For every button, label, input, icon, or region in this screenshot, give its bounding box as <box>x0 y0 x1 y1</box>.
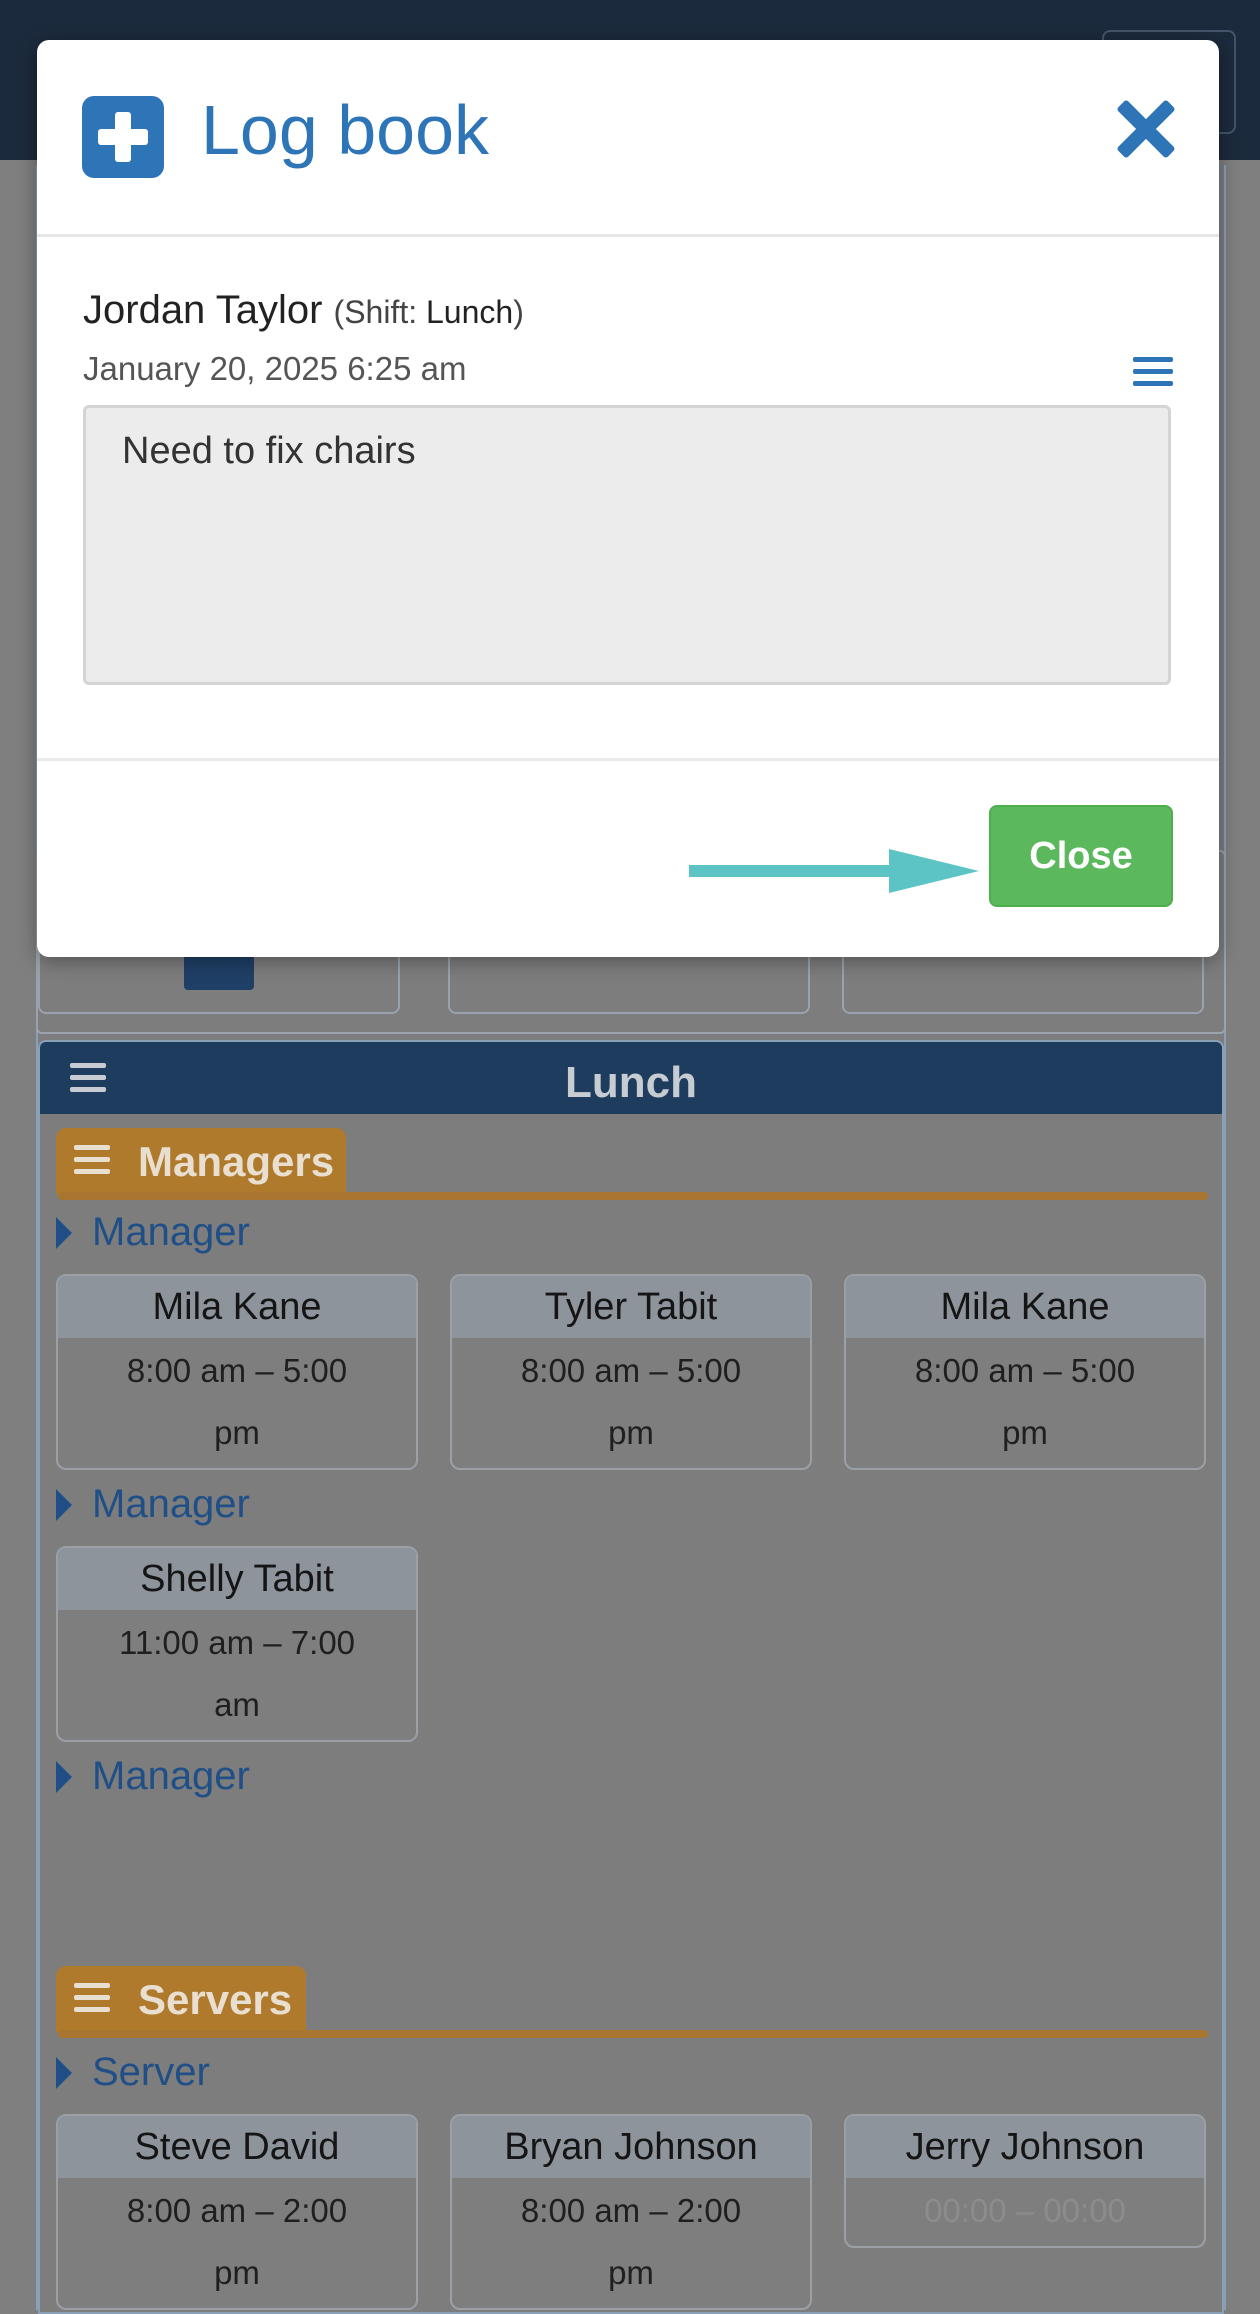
role-header-manager[interactable]: Manager <box>56 1482 250 1527</box>
shift-card[interactable]: Tyler Tabit 8:00 am – 5:00 pm <box>450 1274 812 1470</box>
hamburger-menu-icon[interactable] <box>74 1138 110 1181</box>
close-icon[interactable] <box>1115 98 1177 160</box>
shift-time: 8:00 am – 5:00 pm <box>126 1352 348 1451</box>
entry-shift: (Shift: Lunch) <box>333 294 524 330</box>
lunch-shift-panel: Lunch Managers Manager Mila Kane 8:00 am… <box>38 1040 1224 2314</box>
role-header-manager[interactable]: Manager <box>56 1754 250 1799</box>
log-entry-textarea[interactable]: Need to fix chairs <box>83 405 1171 685</box>
shift-time: 8:00 am – 2:00 pm <box>520 2192 742 2291</box>
caret-right-icon <box>56 1761 72 1793</box>
entry-datetime: January 20, 2025 6:25 am <box>83 350 467 387</box>
hamburger-menu-icon[interactable] <box>74 1976 110 2019</box>
servers-label: Servers <box>138 1976 293 2023</box>
shift-time-empty: 00:00 – 00:00 <box>924 2192 1126 2229</box>
entry-author: Jordan Taylor <box>83 288 323 332</box>
modal-footer: Close <box>37 758 1219 957</box>
hamburger-menu-icon[interactable] <box>1133 350 1173 393</box>
employee-name: Mila Kane <box>846 1276 1204 1338</box>
employee-name: Jerry Johnson <box>846 2116 1204 2178</box>
shift-card[interactable]: Jerry Johnson 00:00 – 00:00 <box>844 2114 1206 2248</box>
shift-card[interactable]: Mila Kane 8:00 am – 5:00 pm <box>56 1274 418 1470</box>
modal-title: Log book <box>201 91 490 169</box>
card-menu-button[interactable] <box>184 952 254 990</box>
managers-label: Managers <box>138 1138 335 1185</box>
arrow-right-icon <box>689 849 979 893</box>
employee-name: Steve David <box>58 2116 416 2178</box>
caret-right-icon <box>56 1217 72 1249</box>
shift-card[interactable]: Shelly Tabit 11:00 am – 7:00 am <box>56 1546 418 1742</box>
managers-group-tab[interactable]: Managers <box>56 1128 346 1194</box>
servers-group-tab[interactable]: Servers <box>56 1966 306 2032</box>
employee-name: Mila Kane <box>58 1276 416 1338</box>
caret-right-icon <box>56 1489 72 1521</box>
group-divider <box>58 1192 1208 1200</box>
employee-name: Tyler Tabit <box>452 1276 810 1338</box>
lunch-header: Lunch <box>40 1042 1222 1114</box>
plus-square-icon <box>82 96 164 178</box>
role-header-server[interactable]: Server <box>56 2050 210 2095</box>
employee-name: Shelly Tabit <box>58 1548 416 1610</box>
shift-card[interactable]: Steve David 8:00 am – 2:00 pm <box>56 2114 418 2310</box>
log-book-modal: Log book Jordan Taylor (Shift: Lunch) Ja… <box>37 40 1219 957</box>
shift-time: 8:00 am – 2:00 pm <box>126 2192 348 2291</box>
entry-author-line: Jordan Taylor (Shift: Lunch) <box>83 288 524 333</box>
close-button[interactable]: Close <box>989 805 1173 907</box>
shift-time: 8:00 am – 5:00 pm <box>520 1352 742 1451</box>
shift-card[interactable]: Bryan Johnson 8:00 am – 2:00 pm <box>450 2114 812 2310</box>
shift-time: 11:00 am – 7:00 am <box>118 1624 356 1723</box>
caret-right-icon <box>56 2057 72 2089</box>
modal-header: Log book <box>37 40 1219 237</box>
lunch-title: Lunch <box>565 1058 697 1107</box>
shift-time: 8:00 am – 5:00 pm <box>914 1352 1136 1451</box>
group-divider <box>58 2030 1208 2038</box>
role-header-manager[interactable]: Manager <box>56 1210 250 1255</box>
shift-card[interactable]: Mila Kane 8:00 am – 5:00 pm <box>844 1274 1206 1470</box>
employee-name: Bryan Johnson <box>452 2116 810 2178</box>
